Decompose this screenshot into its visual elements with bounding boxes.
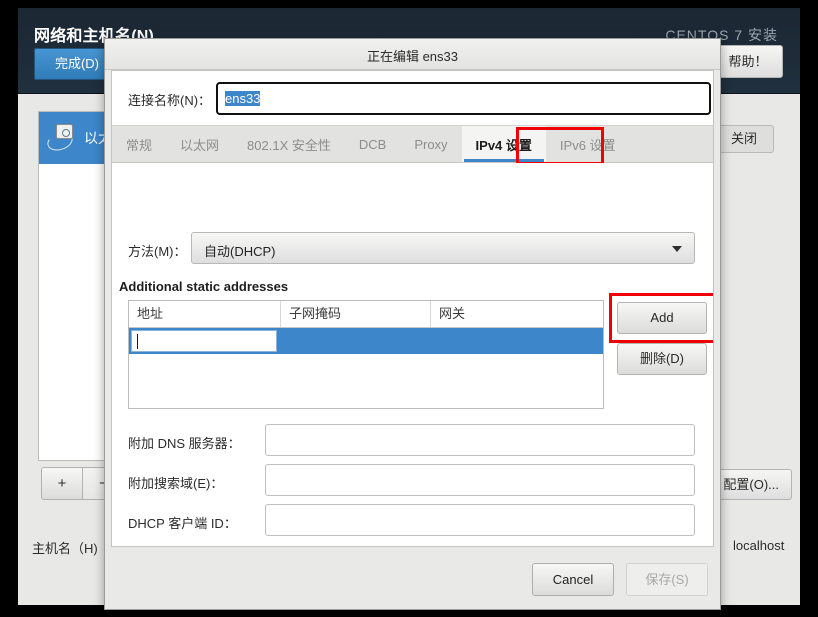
table-header-row: 地址 子网掩码 网关 [129, 301, 603, 328]
ipv4-settings-pane: 方法(M)： 自动(DHCP) Additional static addres… [112, 163, 713, 546]
tab-8021x-security[interactable]: 802.1X 安全性 [233, 126, 345, 162]
search-domains-row: 附加搜索域(E)： [112, 464, 713, 498]
tab-ipv6-settings[interactable]: IPv6 设置 [546, 126, 630, 162]
tab-proxy[interactable]: Proxy [400, 126, 461, 162]
ethernet-icon [45, 123, 81, 154]
connection-name-label: 连接名称(N)： [128, 93, 212, 108]
tab-ethernet[interactable]: 以太网 [166, 126, 233, 162]
dhcp-client-id-row: DHCP 客户端 ID： [112, 504, 713, 538]
connection-name-input[interactable] [215, 81, 712, 116]
column-header-gateway[interactable]: 网关 [431, 301, 603, 327]
close-button[interactable]: 关闭 [714, 125, 774, 153]
dialog-titlebar: 正在编辑 ens33 [105, 39, 720, 70]
add-address-button[interactable]: Add [617, 302, 707, 334]
static-addresses-table: 地址 子网掩码 网关 [128, 300, 604, 409]
hostname-value: localhost [733, 538, 785, 553]
connection-name-row: 连接名称(N)： [112, 71, 713, 125]
static-addresses-heading: Additional static addresses [119, 279, 289, 294]
column-header-netmask[interactable]: 子网掩码 [281, 301, 431, 327]
dialog-footer: Cancel 保存(S) [105, 547, 720, 609]
method-dropdown[interactable]: 自动(DHCP) [191, 232, 695, 264]
dns-servers-row: 附加 DNS 服务器： [112, 424, 713, 458]
dialog-title: 正在编辑 ens33 [366, 49, 459, 64]
dns-servers-label: 附加 DNS 服务器： [128, 436, 241, 451]
delete-address-button[interactable]: 删除(D) [617, 343, 707, 375]
cancel-button[interactable]: Cancel [532, 563, 614, 596]
tab-bar: 常规 以太网 802.1X 安全性 DCB Proxy IPv4 设置 IPv6… [112, 125, 713, 165]
column-header-address[interactable]: 地址 [129, 301, 281, 327]
edit-connection-dialog: 正在编辑 ens33 连接名称(N)： 常规 以太网 802.1X 安全性 DC… [104, 38, 721, 610]
tab-dcb[interactable]: DCB [345, 126, 400, 162]
screen-root: 网络和主机名(N) CENTOS 7 安装 完成(D) 帮助！ 以太 Intel [0, 0, 818, 617]
dns-servers-input[interactable] [265, 424, 695, 456]
tab-ipv4-settings[interactable]: IPv4 设置 [461, 126, 546, 162]
tab-general[interactable]: 常规 [112, 126, 166, 162]
dialog-content: 连接名称(N)： 常规 以太网 802.1X 安全性 DCB Proxy IPv… [111, 70, 714, 547]
method-value: 自动(DHCP) [204, 244, 276, 259]
dhcp-client-id-input[interactable] [265, 504, 695, 536]
help-button[interactable]: 帮助！ [713, 45, 783, 78]
chevron-down-icon [672, 246, 682, 252]
add-nic-button[interactable]: + [41, 467, 83, 500]
dhcp-client-id-label: DHCP 客户端 ID： [128, 516, 237, 531]
address-cell-input[interactable] [131, 330, 277, 352]
save-button[interactable]: 保存(S) [626, 563, 708, 596]
search-domains-label: 附加搜索域(E)： [128, 476, 224, 491]
search-domains-input[interactable] [265, 464, 695, 496]
method-label: 方法(M)： [128, 244, 187, 259]
hostname-label: 主机名（H) [32, 541, 98, 556]
table-row[interactable] [129, 328, 603, 354]
